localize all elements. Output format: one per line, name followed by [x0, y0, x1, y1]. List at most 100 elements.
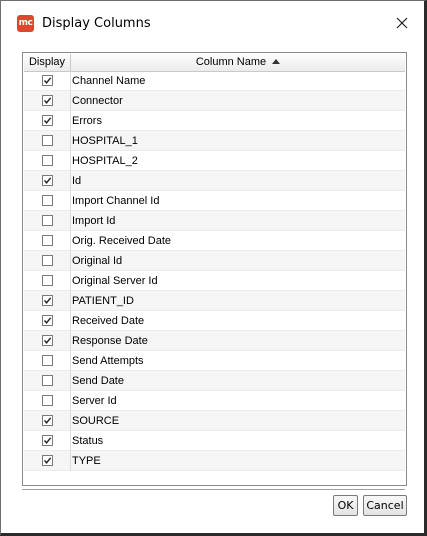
display-checkbox[interactable] [41, 75, 53, 86]
column-name-cell: Server Id [72, 394, 117, 407]
table-row[interactable]: Send Attempts [24, 350, 405, 371]
display-cell [24, 250, 71, 271]
column-name-cell: Status [72, 434, 104, 447]
display-checkbox[interactable] [41, 115, 53, 126]
title-bar: mc Display Columns [1, 1, 424, 45]
check-icon [43, 417, 51, 424]
ok-button[interactable]: OK [333, 495, 358, 516]
dialog-title: Display Columns [42, 16, 151, 31]
check-icon [43, 337, 51, 344]
sort-ascending-icon [272, 59, 281, 64]
table-row[interactable]: Id [24, 170, 405, 191]
table-row[interactable]: Channel Name [24, 70, 405, 91]
display-checkbox[interactable] [41, 215, 53, 226]
display-checkbox[interactable] [41, 275, 53, 286]
table-row[interactable]: HOSPITAL_1 [24, 130, 405, 151]
column-name-cell: Received Date [72, 314, 145, 327]
display-cell [24, 210, 71, 231]
column-name-cell: Original Id [72, 254, 123, 267]
display-cell [24, 190, 71, 211]
column-name-cell: Response Date [72, 334, 148, 347]
display-checkbox[interactable] [41, 415, 53, 426]
display-cell [24, 170, 71, 191]
check-icon [43, 317, 51, 324]
display-checkbox[interactable] [41, 355, 53, 366]
cancel-button[interactable]: Cancel [363, 495, 407, 516]
table-row[interactable]: SOURCE [24, 410, 405, 431]
table-row[interactable]: Send Date [24, 370, 405, 391]
display-checkbox[interactable] [41, 315, 53, 326]
display-checkbox[interactable] [41, 255, 53, 266]
display-cell [24, 350, 71, 371]
check-icon [43, 177, 51, 184]
table-row[interactable]: PATIENT_ID [24, 290, 405, 311]
display-cell [24, 430, 71, 451]
display-checkbox[interactable] [41, 435, 53, 446]
display-columns-dialog: mc Display Columns Display Column Name C… [0, 0, 427, 536]
column-name-cell: Original Server Id [72, 274, 158, 287]
table-row[interactable]: Status [24, 430, 405, 451]
table-header: Display Column Name [24, 54, 405, 72]
display-cell [24, 450, 71, 471]
column-name-cell: Send Attempts [72, 354, 144, 367]
table-row[interactable]: Orig. Received Date [24, 230, 405, 251]
column-name-cell: Channel Name [72, 74, 146, 87]
table-row[interactable]: Response Date [24, 330, 405, 351]
display-cell [24, 110, 71, 131]
table-row[interactable]: TYPE [24, 450, 405, 471]
header-column-name-label: Column Name [195, 56, 267, 68]
table-row[interactable]: Import Id [24, 210, 405, 231]
table-row[interactable]: Server Id [24, 390, 405, 411]
divider [22, 489, 405, 490]
display-cell [24, 130, 71, 151]
display-checkbox[interactable] [41, 395, 53, 406]
display-checkbox[interactable] [41, 335, 53, 346]
column-name-cell: TYPE [72, 454, 101, 467]
column-name-cell: Import Channel Id [72, 194, 160, 207]
column-name-cell: Id [72, 174, 82, 187]
column-name-cell: HOSPITAL_1 [72, 134, 138, 147]
header-display[interactable]: Display [24, 54, 71, 71]
table-row[interactable]: Import Channel Id [24, 190, 405, 211]
column-name-cell: PATIENT_ID [72, 294, 134, 307]
display-cell [24, 410, 71, 431]
display-checkbox[interactable] [41, 135, 53, 146]
display-cell [24, 150, 71, 171]
display-cell [24, 330, 71, 351]
display-checkbox[interactable] [41, 375, 53, 386]
display-checkbox[interactable] [41, 95, 53, 106]
column-name-cell: Import Id [72, 214, 116, 227]
table-row[interactable]: Connector [24, 90, 405, 111]
close-icon[interactable] [392, 13, 412, 33]
table-row[interactable]: Original Server Id [24, 270, 405, 291]
display-cell [24, 290, 71, 311]
table-row[interactable]: Errors [24, 110, 405, 131]
display-cell [24, 270, 71, 291]
table-row[interactable]: HOSPITAL_2 [24, 150, 405, 171]
display-checkbox[interactable] [41, 175, 53, 186]
check-icon [43, 457, 51, 464]
column-name-cell: HOSPITAL_2 [72, 154, 138, 167]
display-checkbox[interactable] [41, 195, 53, 206]
column-name-cell: SOURCE [72, 414, 120, 427]
display-checkbox[interactable] [41, 235, 53, 246]
check-icon [43, 77, 51, 84]
display-cell [24, 90, 71, 111]
display-cell [24, 70, 71, 91]
table-row[interactable]: Received Date [24, 310, 405, 331]
table-body: Channel Name Connector Errors HOSPITAL_1 HOS… [24, 70, 405, 471]
columns-table: Display Column Name Channel Name Connecto… [22, 52, 407, 486]
column-name-cell: Orig. Received Date [72, 234, 172, 247]
display-checkbox[interactable] [41, 295, 53, 306]
check-icon [43, 97, 51, 104]
table-row[interactable]: Original Id [24, 250, 405, 271]
header-column-name[interactable]: Column Name [71, 54, 405, 71]
column-name-cell: Send Date [72, 374, 124, 387]
display-cell [24, 310, 71, 331]
display-cell [24, 390, 71, 411]
display-cell [24, 230, 71, 251]
display-checkbox[interactable] [41, 455, 53, 466]
check-icon [43, 117, 51, 124]
display-checkbox[interactable] [41, 155, 53, 166]
display-cell [24, 370, 71, 391]
